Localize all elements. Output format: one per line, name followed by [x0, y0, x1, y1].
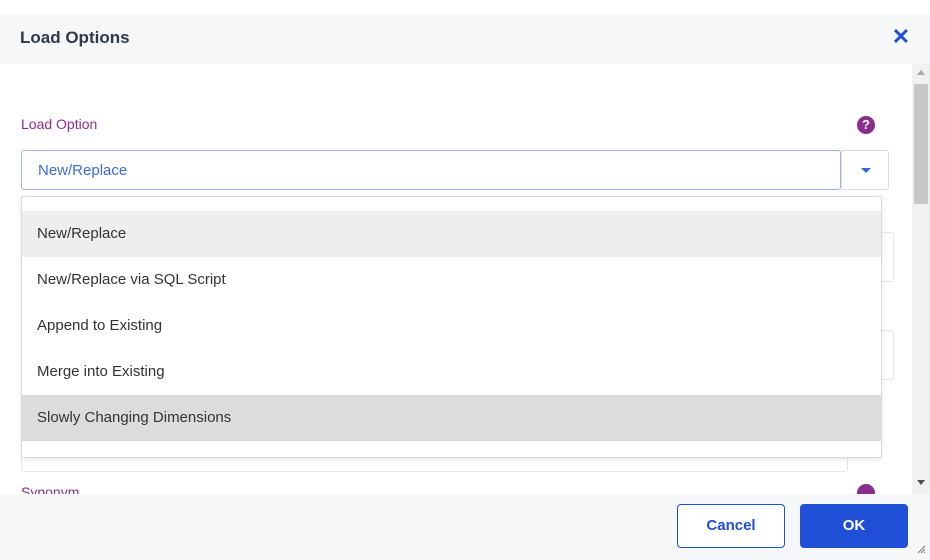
load-option-label: Load Option [21, 116, 98, 132]
help-icon[interactable] [857, 484, 875, 494]
dropdown-option[interactable]: Append to Existing [22, 303, 881, 349]
load-option-selected-value: New/Replace [38, 162, 128, 179]
dialog-footer: Cancel OK [0, 494, 930, 560]
cancel-button[interactable]: Cancel [677, 504, 785, 548]
dropdown-option[interactable]: Slowly Changing Dimensions [22, 395, 881, 441]
help-icon[interactable]: ? [857, 116, 875, 134]
dialog-header: Load Options ✕ [0, 14, 930, 64]
load-option-dropdown-button[interactable] [841, 150, 889, 190]
dialog-title: Load Options [20, 28, 130, 47]
resize-grip-icon[interactable] [916, 544, 926, 554]
synonym-label: Synonym [21, 484, 80, 494]
load-option-select[interactable]: New/Replace [21, 150, 841, 190]
scroll-down-icon[interactable] [917, 480, 925, 485]
scroll-up-icon[interactable] [917, 70, 925, 75]
scrollbar-thumb[interactable] [914, 84, 928, 204]
load-option-dropdown-list: New/Replace New/Replace via SQL Script A… [21, 196, 882, 458]
ok-button[interactable]: OK [800, 504, 908, 548]
dropdown-option[interactable]: Merge into Existing [22, 349, 881, 395]
dialog-body: Load Option ? New/Replace Synonym New/Re… [0, 64, 912, 494]
dropdown-option[interactable]: New/Replace via SQL Script [22, 257, 881, 303]
close-icon[interactable]: ✕ [890, 26, 912, 48]
chevron-down-icon [861, 168, 871, 173]
dialog-scrollbar[interactable] [912, 64, 930, 494]
dropdown-option[interactable]: New/Replace [22, 211, 881, 257]
